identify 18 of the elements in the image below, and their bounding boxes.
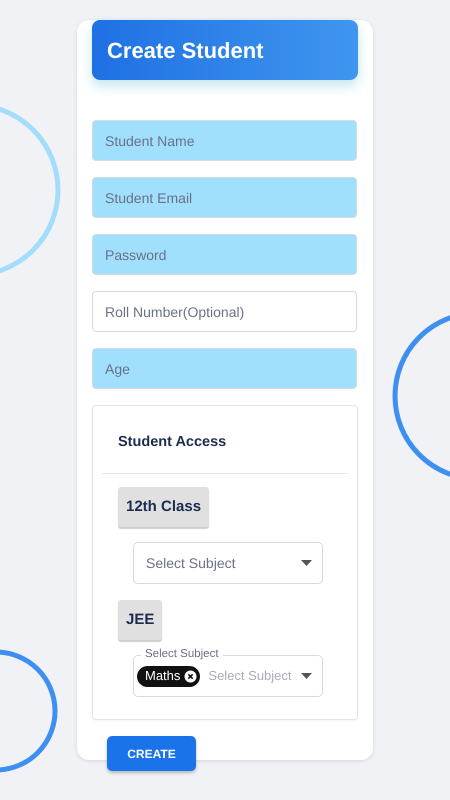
create-button[interactable]: CREATE <box>107 736 196 771</box>
panel-title: Student Access <box>117 433 228 452</box>
form-title: Create Student <box>92 20 358 80</box>
group-button[interactable]: JEE <box>118 600 162 640</box>
select-placeholder: Select Subject <box>146 554 236 573</box>
select-placeholder: Select Subject <box>208 667 293 686</box>
floating-label: Select Subject <box>141 646 223 662</box>
caret-icon <box>301 560 312 566</box>
caret-icon <box>301 673 312 679</box>
input-field[interactable]: Roll Number(Optional) <box>92 291 357 332</box>
subject-select[interactable]: Select Subject <box>133 542 323 584</box>
group-button[interactable]: 12th Class <box>118 487 210 527</box>
input-field[interactable]: Student Name <box>92 120 357 161</box>
remove-icon[interactable] <box>184 670 198 682</box>
input-field[interactable]: Student Email <box>92 177 357 218</box>
input-field[interactable]: Age <box>92 348 357 389</box>
subject-chip[interactable]: Maths <box>137 666 200 686</box>
input-field[interactable]: Password <box>92 234 357 275</box>
